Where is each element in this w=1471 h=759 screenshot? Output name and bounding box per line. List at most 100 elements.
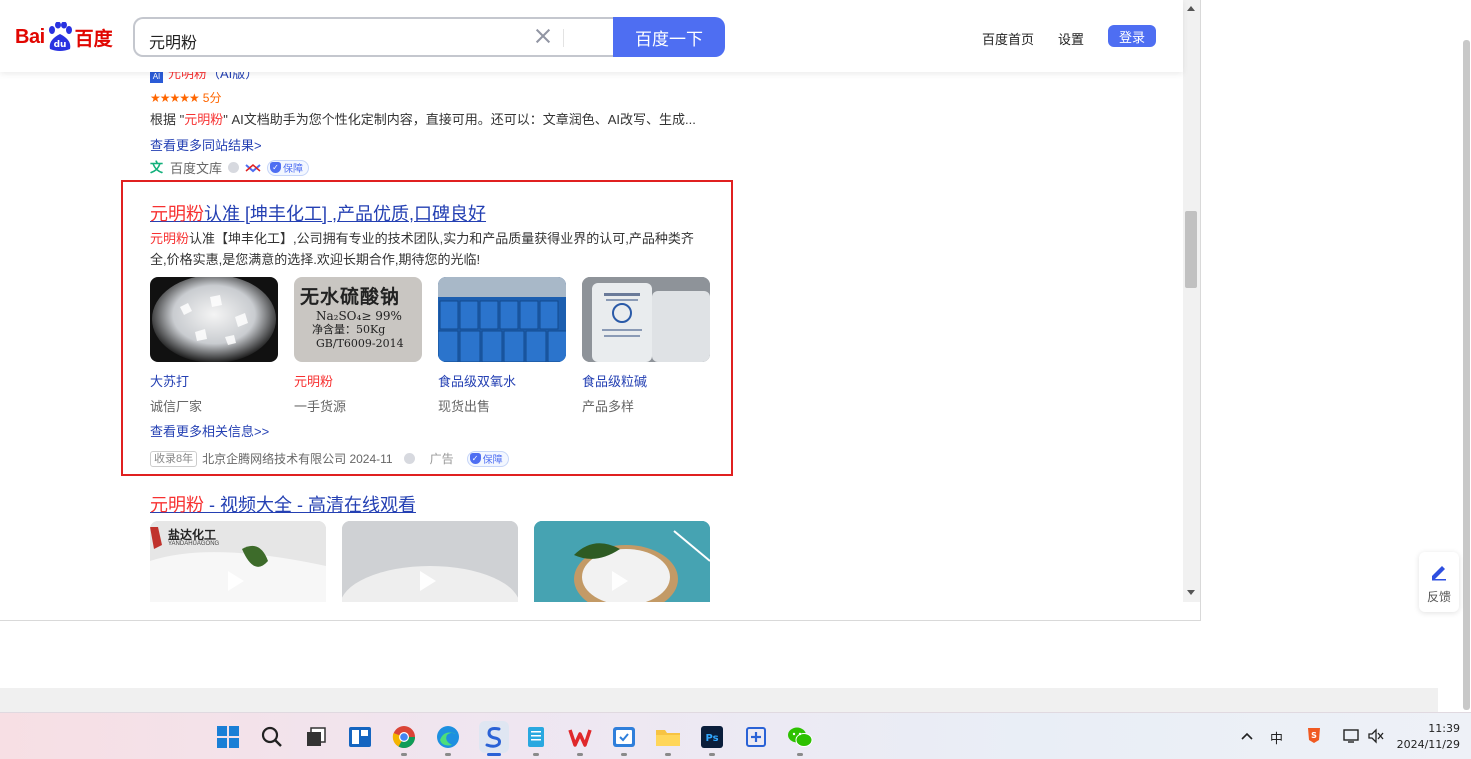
window-bottom-area	[0, 688, 1438, 713]
window-scrollbar[interactable]	[1463, 40, 1470, 710]
advertiser-name[interactable]: 北京企腾网络技术有限公司 2024-11	[202, 450, 392, 467]
edit-pen-icon	[1429, 561, 1449, 581]
guarantee-badge[interactable]: ✓ 保障	[466, 450, 509, 467]
product-name[interactable]: 元明粉	[294, 371, 422, 390]
divider	[563, 29, 564, 47]
baidu-logo[interactable]: Bai du 百度	[15, 20, 113, 54]
logo-text: Bai	[15, 25, 45, 48]
info-icon[interactable]	[228, 162, 240, 173]
running-indicator	[709, 753, 715, 756]
active-indicator	[487, 753, 501, 756]
svg-text:S: S	[1311, 731, 1317, 740]
show-hidden-icons-chevron-icon[interactable]	[1241, 730, 1253, 745]
login-button[interactable]: 登录	[1108, 25, 1156, 47]
photoshop-icon[interactable]: Ps	[699, 724, 725, 750]
result1-source: 文 百度文库 ✓ 保障	[150, 158, 310, 177]
volume-muted-icon[interactable]	[1367, 728, 1385, 748]
task-view-icon[interactable]	[303, 724, 329, 750]
file-explorer-icon[interactable]	[655, 724, 681, 750]
feedback-label: 反馈	[1426, 590, 1451, 604]
edge-icon[interactable]	[435, 724, 461, 750]
scroll-thumb[interactable]	[1185, 211, 1197, 288]
ai-badge-icon: AI	[150, 71, 163, 83]
windows-start-icon[interactable]	[215, 724, 241, 750]
search-query[interactable]: 元明粉	[149, 29, 197, 53]
ad-footer: 收录8年 北京企腾网络技术有限公司 2024-11 广告 ✓ 保障	[150, 450, 509, 467]
product-subtitle: 现货出售	[438, 399, 491, 414]
rating-stars: ★★★★★ 5分	[150, 89, 221, 106]
source-name[interactable]: 百度文库	[170, 158, 222, 177]
scroll-up-icon[interactable]	[1187, 6, 1195, 11]
ad-title-link[interactable]: 元明粉认准 [坤丰化工] ,产品优质,口碑良好	[150, 200, 486, 226]
wps-icon[interactable]	[567, 724, 593, 750]
brand-icon	[245, 163, 261, 172]
input-method-indicator[interactable]: 中	[1270, 728, 1283, 747]
more-site-results-link[interactable]: 查看更多同站结果>	[150, 135, 262, 154]
product-image[interactable]: 无水硫酸钠 Na₂SO₄≥ 99% 净含量：50Kg GB/T6009-2014	[294, 277, 422, 362]
product-card[interactable]: 食品级粒碱 产品多样	[582, 277, 710, 415]
browser-page: AI 元明粉（AI版） ★★★★★ 5分 根据 "元明粉" AI文档助手为您个性化定…	[0, 0, 1201, 621]
product-image[interactable]	[438, 277, 566, 362]
snip-tool-icon[interactable]	[743, 724, 769, 750]
bag-text-line: 净含量：50Kg	[312, 323, 386, 336]
search-icon[interactable]	[259, 724, 285, 750]
product-image[interactable]	[150, 277, 278, 362]
scroll-down-icon[interactable]	[1187, 590, 1195, 595]
indexed-years-tag: 收录8年	[150, 450, 198, 467]
paw-icon: du	[46, 21, 74, 52]
rating-score: 5分	[202, 91, 222, 105]
product-name[interactable]: 食品级粒碱	[582, 371, 710, 390]
app-tray-icon[interactable]: S	[1305, 726, 1323, 748]
shield-icon: ✓	[270, 162, 282, 173]
svg-text:Ps: Ps	[705, 733, 718, 744]
running-indicator	[621, 753, 627, 756]
ad-description: 元明粉认准【坤丰化工】,公司拥有专业的技术团队,实力和产品质量获得业界的认可,产…	[150, 231, 694, 267]
wechat-icon[interactable]	[787, 724, 813, 750]
clock-time: 11:39	[1428, 722, 1460, 735]
page-scrollbar[interactable]	[1183, 0, 1200, 602]
running-indicator	[401, 753, 407, 756]
star-icons: ★★★★★	[150, 91, 200, 105]
bag-text-line: 无水硫酸钠	[300, 286, 401, 308]
product-name[interactable]: 食品级双氧水	[438, 371, 566, 390]
ad-label: 广告	[429, 452, 454, 466]
running-indicator	[665, 753, 671, 756]
running-indicator	[577, 753, 583, 756]
video-result-title[interactable]: 元明粉 - 视频大全 - 高清在线观看	[150, 491, 416, 517]
video-thumbnail[interactable]	[534, 521, 710, 602]
clear-icon[interactable]	[533, 27, 553, 47]
video-brand-subtext: YANDAHUAGONG	[168, 541, 220, 547]
running-indicator	[797, 753, 803, 756]
widgets-icon[interactable]	[347, 724, 373, 750]
sogou-browser-icon[interactable]	[479, 721, 509, 753]
feedback-button[interactable]: 反馈	[1419, 552, 1459, 612]
taskbar-clock[interactable]: 11:39 2024/11/29	[1396, 721, 1460, 753]
network-icon[interactable]	[1343, 728, 1361, 748]
running-indicator	[445, 753, 451, 756]
chrome-icon[interactable]	[391, 724, 417, 750]
video-thumbnail[interactable]: 盐达化工 YANDAHUAGONG	[150, 521, 326, 602]
product-name[interactable]: 大苏打	[150, 371, 278, 390]
baidu-wenku-icon: 文	[150, 159, 164, 175]
video-thumbnail[interactable]	[342, 521, 518, 602]
shield-icon: ✓	[469, 453, 481, 464]
notepad-icon[interactable]	[523, 724, 549, 750]
settings-link[interactable]: 设置	[1058, 29, 1084, 48]
play-icon	[420, 571, 436, 591]
guarantee-badge[interactable]: ✓ 保障	[267, 159, 310, 176]
product-subtitle: 一手货源	[294, 399, 347, 414]
security-app-icon[interactable]	[611, 724, 637, 750]
more-related-info-link[interactable]: 查看更多相关信息>>	[150, 421, 269, 440]
product-card[interactable]: 无水硫酸钠 Na₂SO₄≥ 99% 净含量：50Kg GB/T6009-2014…	[294, 277, 422, 415]
info-icon[interactable]	[403, 453, 415, 464]
product-image[interactable]	[582, 277, 710, 362]
product-card[interactable]: 食品级双氧水 现货出售	[438, 277, 566, 415]
search-button[interactable]: 百度一下	[613, 17, 725, 57]
product-card[interactable]: 大苏打 诚信厂家	[150, 277, 278, 415]
home-link[interactable]: 百度首页	[982, 29, 1034, 48]
logo-du-text: du	[53, 40, 66, 50]
search-input[interactable]: 元明粉	[133, 17, 615, 57]
logo-cn-text: 百度	[74, 27, 113, 50]
clock-date: 2024/11/29	[1396, 738, 1460, 751]
bag-text-line: GB/T6009-2014	[316, 337, 404, 350]
